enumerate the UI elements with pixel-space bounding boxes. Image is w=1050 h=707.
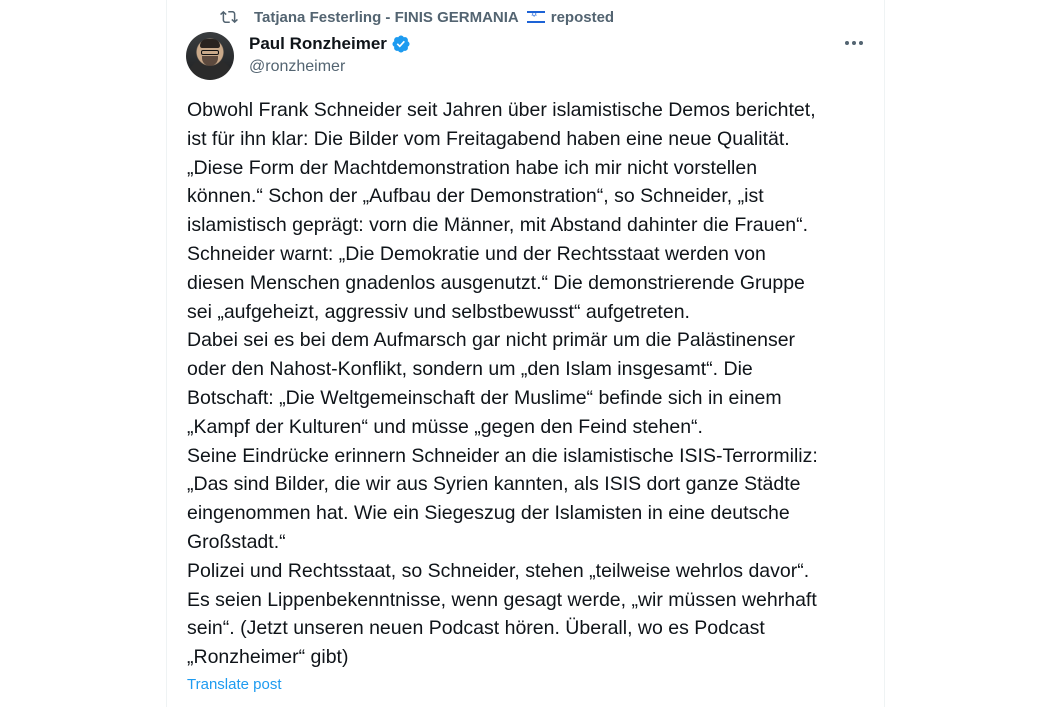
more-dot-icon [859, 41, 863, 45]
post-text-line: „Kampf der Kulturen“ und müsse „gegen de… [187, 415, 703, 438]
israel-flag-icon [526, 10, 545, 23]
more-dot-icon [852, 41, 856, 45]
post-text-line: Dabei sei es bei dem Aufmarsch gar nicht… [187, 329, 796, 352]
post-text-line: ist für ihn klar: Die Bilder vom Freitag… [187, 127, 790, 150]
post-text-line: Großstadt.“ [187, 530, 286, 553]
repost-indicator[interactable]: Tatjana Festerling - FINIS GERMANIA repo… [220, 6, 614, 28]
post-text-line: Seine Eindrücke erinnern Schneider an di… [187, 444, 818, 467]
translate-post-link[interactable]: Translate post [187, 676, 282, 693]
repost-suffix: reposted [550, 8, 615, 26]
post-text-line: „Ronzheimer“ gibt) [187, 646, 349, 669]
author-handle[interactable]: @ronzheimer [249, 58, 345, 76]
post-text-line: eingenommen hat. Wie ein Siegeszug der I… [187, 502, 790, 525]
post-text-line: sein“. (Jetzt unseren neuen Podcast höre… [187, 617, 765, 640]
post-text-line: Polizei und Rechtsstaat, so Schneider, s… [187, 559, 810, 582]
post-text-line: Es seien Lippenbekenntnisse, wenn gesagt… [187, 588, 817, 611]
author-name[interactable]: Paul Ronzheimer [249, 34, 387, 54]
verified-badge-icon [392, 35, 410, 53]
avatar[interactable] [186, 32, 234, 80]
post-text-line: Botschaft: „Die Weltgemeinschaft der Mus… [187, 386, 782, 409]
post-text-line: Obwohl Frank Schneider seit Jahren über … [187, 99, 816, 121]
more-dot-icon [845, 41, 849, 45]
post-text-line: „Das sind Bilder, die wir aus Syrien kan… [187, 473, 801, 496]
repost-author[interactable]: Tatjana Festerling - FINIS GERMANIA [254, 9, 519, 26]
post-text-line: diesen Menschen gnadenlos ausgenutzt.“ D… [187, 271, 805, 294]
post-text-line: Schneider warnt: „Die Demokratie und der… [187, 242, 766, 265]
post-text-line: oder den Nahost-Konflikt, sondern um „de… [187, 358, 753, 381]
post-text-line: islamistisch geprägt: vorn die Männer, m… [187, 214, 809, 237]
more-options-button[interactable] [838, 30, 870, 56]
post-text-line: „Diese Form der Machtdemonstration habe … [187, 156, 758, 179]
post-text-line: können.“ Schon der „Aufbau der Demonstra… [187, 185, 764, 208]
repost-icon [220, 10, 238, 24]
post-text-line: sei „aufgeheizt, aggressiv und selbstbew… [187, 300, 690, 323]
post-text: Obwohl Frank Schneider seit Jahren über … [187, 96, 877, 672]
author-name-row[interactable]: Paul Ronzheimer [249, 34, 411, 54]
